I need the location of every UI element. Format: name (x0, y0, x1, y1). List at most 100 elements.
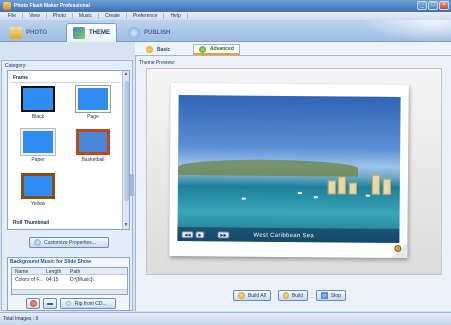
menu-photo[interactable]: Photo (47, 13, 73, 19)
stop-icon (321, 292, 328, 299)
music-table-scrollbar[interactable] (12, 289, 127, 294)
subtab-basic[interactable]: Basic (141, 44, 175, 55)
customize-properties-label: Customize Properties... (44, 239, 96, 246)
title-bar: Photo Flash Maker Professional _ □ × (0, 0, 451, 12)
rip-from-cd-button[interactable]: Rip from CD... (60, 298, 116, 309)
tab-theme[interactable]: Theme (66, 23, 117, 42)
build-all-icon (238, 292, 245, 299)
theme-preview-label: Theme Preview: (139, 60, 176, 66)
thumb-label: Basketball (81, 157, 105, 163)
total-images-status: Total Images : 9 (3, 316, 39, 322)
pin-icon (394, 244, 402, 252)
tab-publish-label: Publish (144, 29, 171, 36)
advanced-icon (199, 45, 206, 53)
stop-label: Stop (330, 292, 341, 299)
photo-hills (177, 159, 359, 177)
photo-caption: West Caribbean Sea (253, 232, 315, 240)
thumb-image (21, 86, 55, 112)
customize-properties-button[interactable]: Customize Properties... (29, 237, 109, 248)
menu-music[interactable]: Music (73, 13, 99, 19)
add-music-button[interactable] (26, 298, 40, 309)
frame-thumb-basketball[interactable]: Basketball (68, 129, 118, 169)
thumb-image (76, 129, 110, 155)
minimize-button[interactable]: _ (417, 1, 427, 10)
window-title: Photo Flash Maker Professional (14, 3, 90, 9)
header-decoration (361, 20, 451, 42)
main-tab-strip: Photo Theme Publish (0, 20, 451, 42)
rip-from-cd-label: Rip from CD... (75, 300, 107, 307)
build-all-label: Build All (248, 292, 266, 299)
menu-preference[interactable]: Preference (127, 13, 165, 19)
caption-bar: ◀◀ ▶ ▶▶ West Caribbean Sea (177, 227, 400, 243)
close-button[interactable]: × (439, 1, 449, 10)
category-list[interactable]: Frame Black Page Paper Basketball Yellow… (7, 70, 130, 230)
category-scrollbar[interactable]: ▲ ▼ (122, 71, 129, 229)
thumb-label: Paper (31, 157, 45, 163)
app-icon (3, 2, 11, 10)
frame-thumb-paper[interactable]: Paper (13, 129, 63, 169)
subtab-advanced-label: Advanced (210, 46, 234, 52)
frame-thumb-yellow[interactable]: Yellow (13, 173, 63, 213)
build-icon (283, 292, 289, 299)
cd-icon (65, 300, 72, 307)
menu-help[interactable]: Help (164, 13, 188, 19)
background-music-group: Background Music for Slide Show Name Len… (7, 257, 130, 311)
column-header-length[interactable]: Length (46, 269, 61, 275)
thumb-image (76, 86, 110, 112)
thumb-image (21, 173, 55, 199)
music-row-length[interactable]: 04:15 (46, 277, 59, 283)
menu-create[interactable]: Create (99, 13, 127, 19)
left-panel: Category: Frame Black Page Paper Basketb… (1, 60, 133, 311)
add-music-icon (29, 300, 37, 307)
status-bar: Total Images : 9 (0, 312, 451, 325)
basic-icon (146, 46, 153, 53)
tab-photo[interactable]: Photo (4, 23, 53, 42)
preview-photo: ◀◀ ▶ ▶▶ West Caribbean Sea (177, 95, 401, 243)
photo-tab-icon (10, 26, 22, 39)
divider (11, 82, 121, 83)
build-all-button[interactable]: Build All (233, 290, 271, 301)
menu-bar: File View Photo Music Create Preference … (0, 12, 451, 20)
prev-slide-button[interactable]: ◀◀ (181, 231, 194, 239)
scroll-down-icon[interactable]: ▼ (123, 222, 129, 229)
music-group-title: Background Music for Slide Show (10, 259, 91, 265)
build-label: Build (291, 292, 303, 299)
frame-thumb-black[interactable]: Black (13, 86, 63, 126)
minus-icon (47, 302, 53, 305)
stop-button[interactable]: Stop (316, 290, 346, 301)
thumb-label: Black (31, 114, 45, 120)
play-button[interactable]: ▶ (195, 231, 205, 239)
frame-header: Frame (13, 75, 29, 81)
theme-tab-icon (73, 27, 85, 39)
column-header-name[interactable]: Name (15, 269, 28, 275)
thumb-image (21, 129, 55, 155)
tab-theme-label: Theme (89, 30, 110, 36)
tab-photo-label: Photo (26, 29, 48, 36)
gear-icon (34, 239, 41, 246)
tab-publish[interactable]: Publish (122, 23, 176, 42)
theme-subtabs: Basic Advanced (135, 42, 451, 56)
preview-panel: Theme Preview: ◀◀ ▶ ▶▶ West Caribbean Se… (135, 56, 451, 311)
scroll-thumb[interactable] (124, 81, 129, 201)
music-row-name[interactable]: Colors of F... (15, 277, 43, 283)
frame-thumb-page[interactable]: Page (68, 86, 118, 126)
subtab-basic-label: Basic (157, 46, 171, 53)
menu-view[interactable]: View (23, 13, 47, 19)
column-header-path[interactable]: Path (70, 269, 80, 275)
thumb-label: Yellow (30, 201, 46, 207)
menu-file[interactable]: File (2, 13, 24, 19)
publish-tab-icon (128, 26, 140, 39)
thumb-label: Page (87, 114, 99, 120)
build-button[interactable]: Build (278, 290, 308, 301)
category-label: Category: (5, 63, 27, 69)
music-table[interactable]: Name Length Path Colors of F... 04:15 D:… (11, 267, 128, 295)
scroll-up-icon[interactable]: ▲ (123, 71, 129, 78)
next-slide-button[interactable]: ▶▶ (217, 231, 230, 239)
subtab-advanced[interactable]: Advanced (193, 44, 240, 55)
music-row-path[interactable]: D:\[Music]\ (70, 277, 94, 283)
maximize-button[interactable]: □ (428, 1, 438, 10)
preview-photo-frame: ◀◀ ▶ ▶▶ West Caribbean Sea (169, 82, 409, 259)
panel-splitter[interactable] (130, 174, 134, 196)
roll-thumbnail-header: Roll Thumbnail (13, 220, 50, 226)
remove-music-button[interactable] (43, 298, 57, 309)
